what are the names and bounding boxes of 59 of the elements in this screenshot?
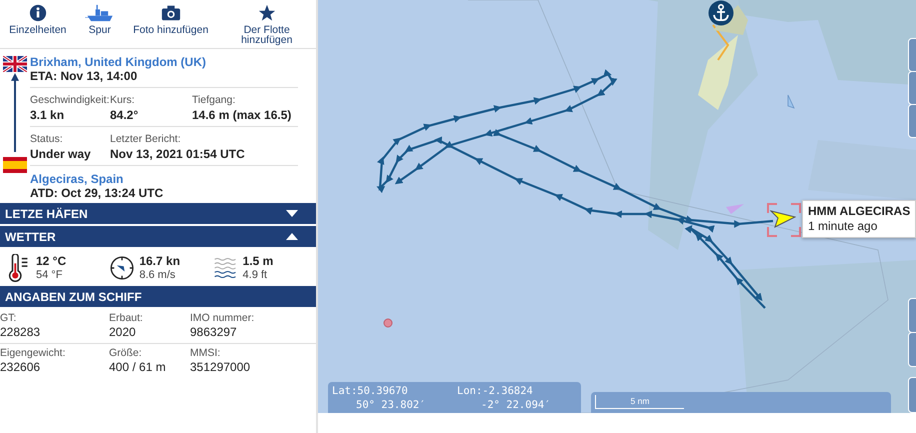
toolbar-button[interactable]: Der Flotte hinzufügen xyxy=(226,4,307,45)
weather-value: 16.7 kn xyxy=(139,254,180,268)
detail-label: Erbaut: xyxy=(109,311,144,325)
section-title: LETZE HÄFEN xyxy=(5,206,88,220)
port-link[interactable]: Brixham, United Kingdom (UK) xyxy=(30,55,206,69)
camera-icon xyxy=(160,4,181,22)
eta-text: ETA: Nov 13, 14:00 xyxy=(30,69,138,83)
toolbar-button[interactable]: Foto hinzufügen xyxy=(133,4,208,35)
section-header[interactable]: LETZE HÄFEN xyxy=(0,203,316,224)
toolbar-button[interactable]: Spur xyxy=(84,4,115,35)
scale-bar: 5 nm xyxy=(595,395,684,409)
weather-subvalue: 54 °F xyxy=(36,268,64,282)
latitude-dms-text: 50° 23.802′ xyxy=(355,398,427,412)
ship-icon xyxy=(84,4,115,22)
stat-value: Nov 13, 2021 01:54 UTC xyxy=(110,146,246,162)
detail-label: IMO nummer: xyxy=(190,311,256,325)
vessel-update-time: 1 minute ago xyxy=(808,219,878,234)
section-title: WETTER xyxy=(5,230,56,244)
stat-value: 14.6 m (max 16.5) xyxy=(192,107,292,123)
stat-value: Under way xyxy=(30,146,92,162)
section-header[interactable]: WETTER xyxy=(0,226,316,247)
detail-label: Eigengewicht: xyxy=(0,346,66,360)
route-arrow-icon xyxy=(11,73,19,152)
latitude-text: Lat:50.39670 xyxy=(332,384,409,398)
weather-subvalue: 4.9 ft xyxy=(242,268,268,282)
section-title: ANGABEN ZUM SCHIFF xyxy=(5,290,142,304)
detail-label: MMSI: xyxy=(190,346,222,360)
detail-value: 400 / 61 m xyxy=(109,360,167,375)
port-link[interactable]: Algeciras, Spain xyxy=(30,172,124,186)
uk-flag-icon xyxy=(3,56,27,72)
vessel-name: HMM ALGECIRAS xyxy=(808,204,910,219)
detail-label: GT: xyxy=(0,311,18,325)
detail-value: 351297000 xyxy=(190,360,252,375)
stat-value: 84.2° xyxy=(110,107,140,123)
detail-label: Größe: xyxy=(109,346,143,360)
stat-label: Tiefgang: xyxy=(192,93,236,107)
star-icon xyxy=(256,4,277,22)
longitude-text: Lon:-2.36824 xyxy=(457,384,534,398)
compass-icon xyxy=(109,254,136,282)
stat-value: 3.1 kn xyxy=(30,107,66,123)
stat-label: Letzter Bericht: xyxy=(110,132,182,146)
selection-frame-icon xyxy=(767,203,801,237)
stat-label: Geschwindigkeit: xyxy=(30,93,110,107)
weather-subvalue: 8.6 m/s xyxy=(139,268,176,282)
ship-marker-icon[interactable] xyxy=(770,209,796,229)
detail-value: 2020 xyxy=(109,325,137,340)
spain-flag-icon xyxy=(3,157,27,173)
weather-value: 1.5 m xyxy=(242,254,274,268)
detail-value: 228283 xyxy=(0,325,42,340)
longitude-dms-text: -2° 22.094′ xyxy=(480,398,552,412)
info-icon xyxy=(28,4,48,22)
detail-value: 9863297 xyxy=(190,325,238,340)
stat-label: Kurs: xyxy=(110,93,136,107)
toolbar-button[interactable]: Einzelheiten xyxy=(9,4,66,35)
anchor-icon[interactable] xyxy=(708,0,734,26)
weather-value: 12 °C xyxy=(36,254,66,268)
atd-text: ATD: Oct 29, 13:24 UTC xyxy=(30,186,164,200)
detail-value: 232606 xyxy=(0,360,42,375)
stat-label: Status: xyxy=(30,132,64,146)
